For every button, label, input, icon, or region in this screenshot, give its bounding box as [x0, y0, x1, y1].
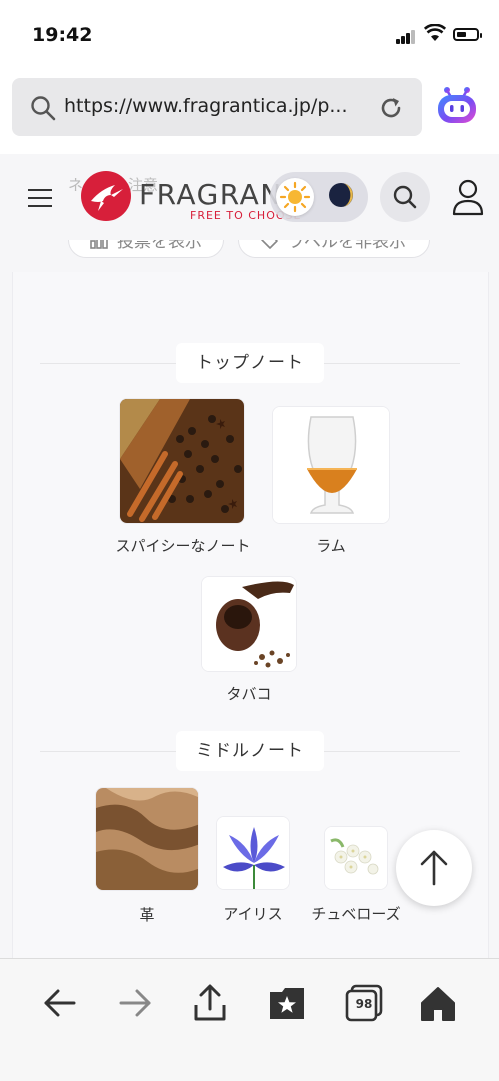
moon-icon[interactable]: [328, 182, 354, 208]
leather-image: [95, 787, 199, 891]
share-icon[interactable]: [190, 983, 230, 1023]
user-icon[interactable]: [450, 178, 486, 218]
top-notes-heading: トップノート: [40, 343, 460, 383]
bookmarks-icon[interactable]: [267, 983, 307, 1023]
note-leather[interactable]: 革: [95, 787, 199, 927]
note-spicy[interactable]: スパイシーなノート: [108, 398, 258, 558]
note-rum[interactable]: ラム: [272, 406, 390, 558]
note-iris[interactable]: アイリス: [216, 816, 290, 926]
note-tobacco[interactable]: タバコ: [201, 576, 297, 706]
note-tuberose[interactable]: チュベローズ: [306, 826, 406, 926]
url-text[interactable]: https://www.fragrantica.jp/p...: [64, 95, 369, 117]
scroll-top-button[interactable]: [396, 830, 472, 906]
middle-notes-title: ミドルノート: [176, 731, 324, 771]
url-field[interactable]: https://www.fragrantica.jp/p...: [12, 78, 422, 136]
note-name: 革: [139, 906, 155, 924]
top-notes-title: トップノート: [176, 343, 324, 383]
signal-icon: [396, 30, 416, 44]
back-icon[interactable]: [40, 983, 80, 1023]
tab-count: 98: [355, 997, 373, 1011]
site-search-button[interactable]: [380, 172, 430, 222]
middle-notes-heading: ミドルノート: [40, 731, 460, 771]
browser-toolbar: 98: [0, 958, 499, 1081]
sun-icon[interactable]: [276, 178, 314, 216]
hummingbird-icon: [91, 185, 123, 211]
rum-image: [272, 406, 390, 524]
note-name: ラム: [316, 537, 346, 555]
spices-image: [119, 398, 245, 524]
tuberose-image: [324, 826, 388, 890]
search-icon: [31, 96, 56, 121]
menu-icon[interactable]: [28, 189, 52, 207]
browser-bar: https://www.fragrantica.jp/p...: [0, 72, 499, 155]
site-header: ネタバレ注意 FRAGRAN FREE TO CHOOSE: [0, 154, 499, 240]
battery-icon: [453, 28, 482, 41]
reload-icon[interactable]: [377, 94, 405, 122]
home-icon[interactable]: [418, 983, 458, 1023]
logo-wordmark[interactable]: FRAGRAN: [139, 178, 283, 211]
tabs-button[interactable]: 98: [344, 983, 384, 1023]
search-icon: [393, 185, 417, 209]
note-name: タバコ: [226, 685, 272, 703]
note-name: チュベローズ: [311, 905, 401, 923]
ai-assistant-icon[interactable]: [435, 84, 479, 128]
note-name: アイリス: [223, 905, 283, 923]
wifi-icon: [424, 24, 446, 41]
logo-icon[interactable]: [81, 171, 131, 221]
iris-image: [216, 816, 290, 890]
status-bar: 19:42: [0, 0, 499, 72]
note-name: スパイシーなノート: [115, 537, 251, 555]
arrow-up-icon: [420, 850, 448, 886]
forward-icon[interactable]: [115, 983, 155, 1023]
tobacco-image: [201, 576, 297, 672]
status-time: 19:42: [32, 24, 93, 46]
